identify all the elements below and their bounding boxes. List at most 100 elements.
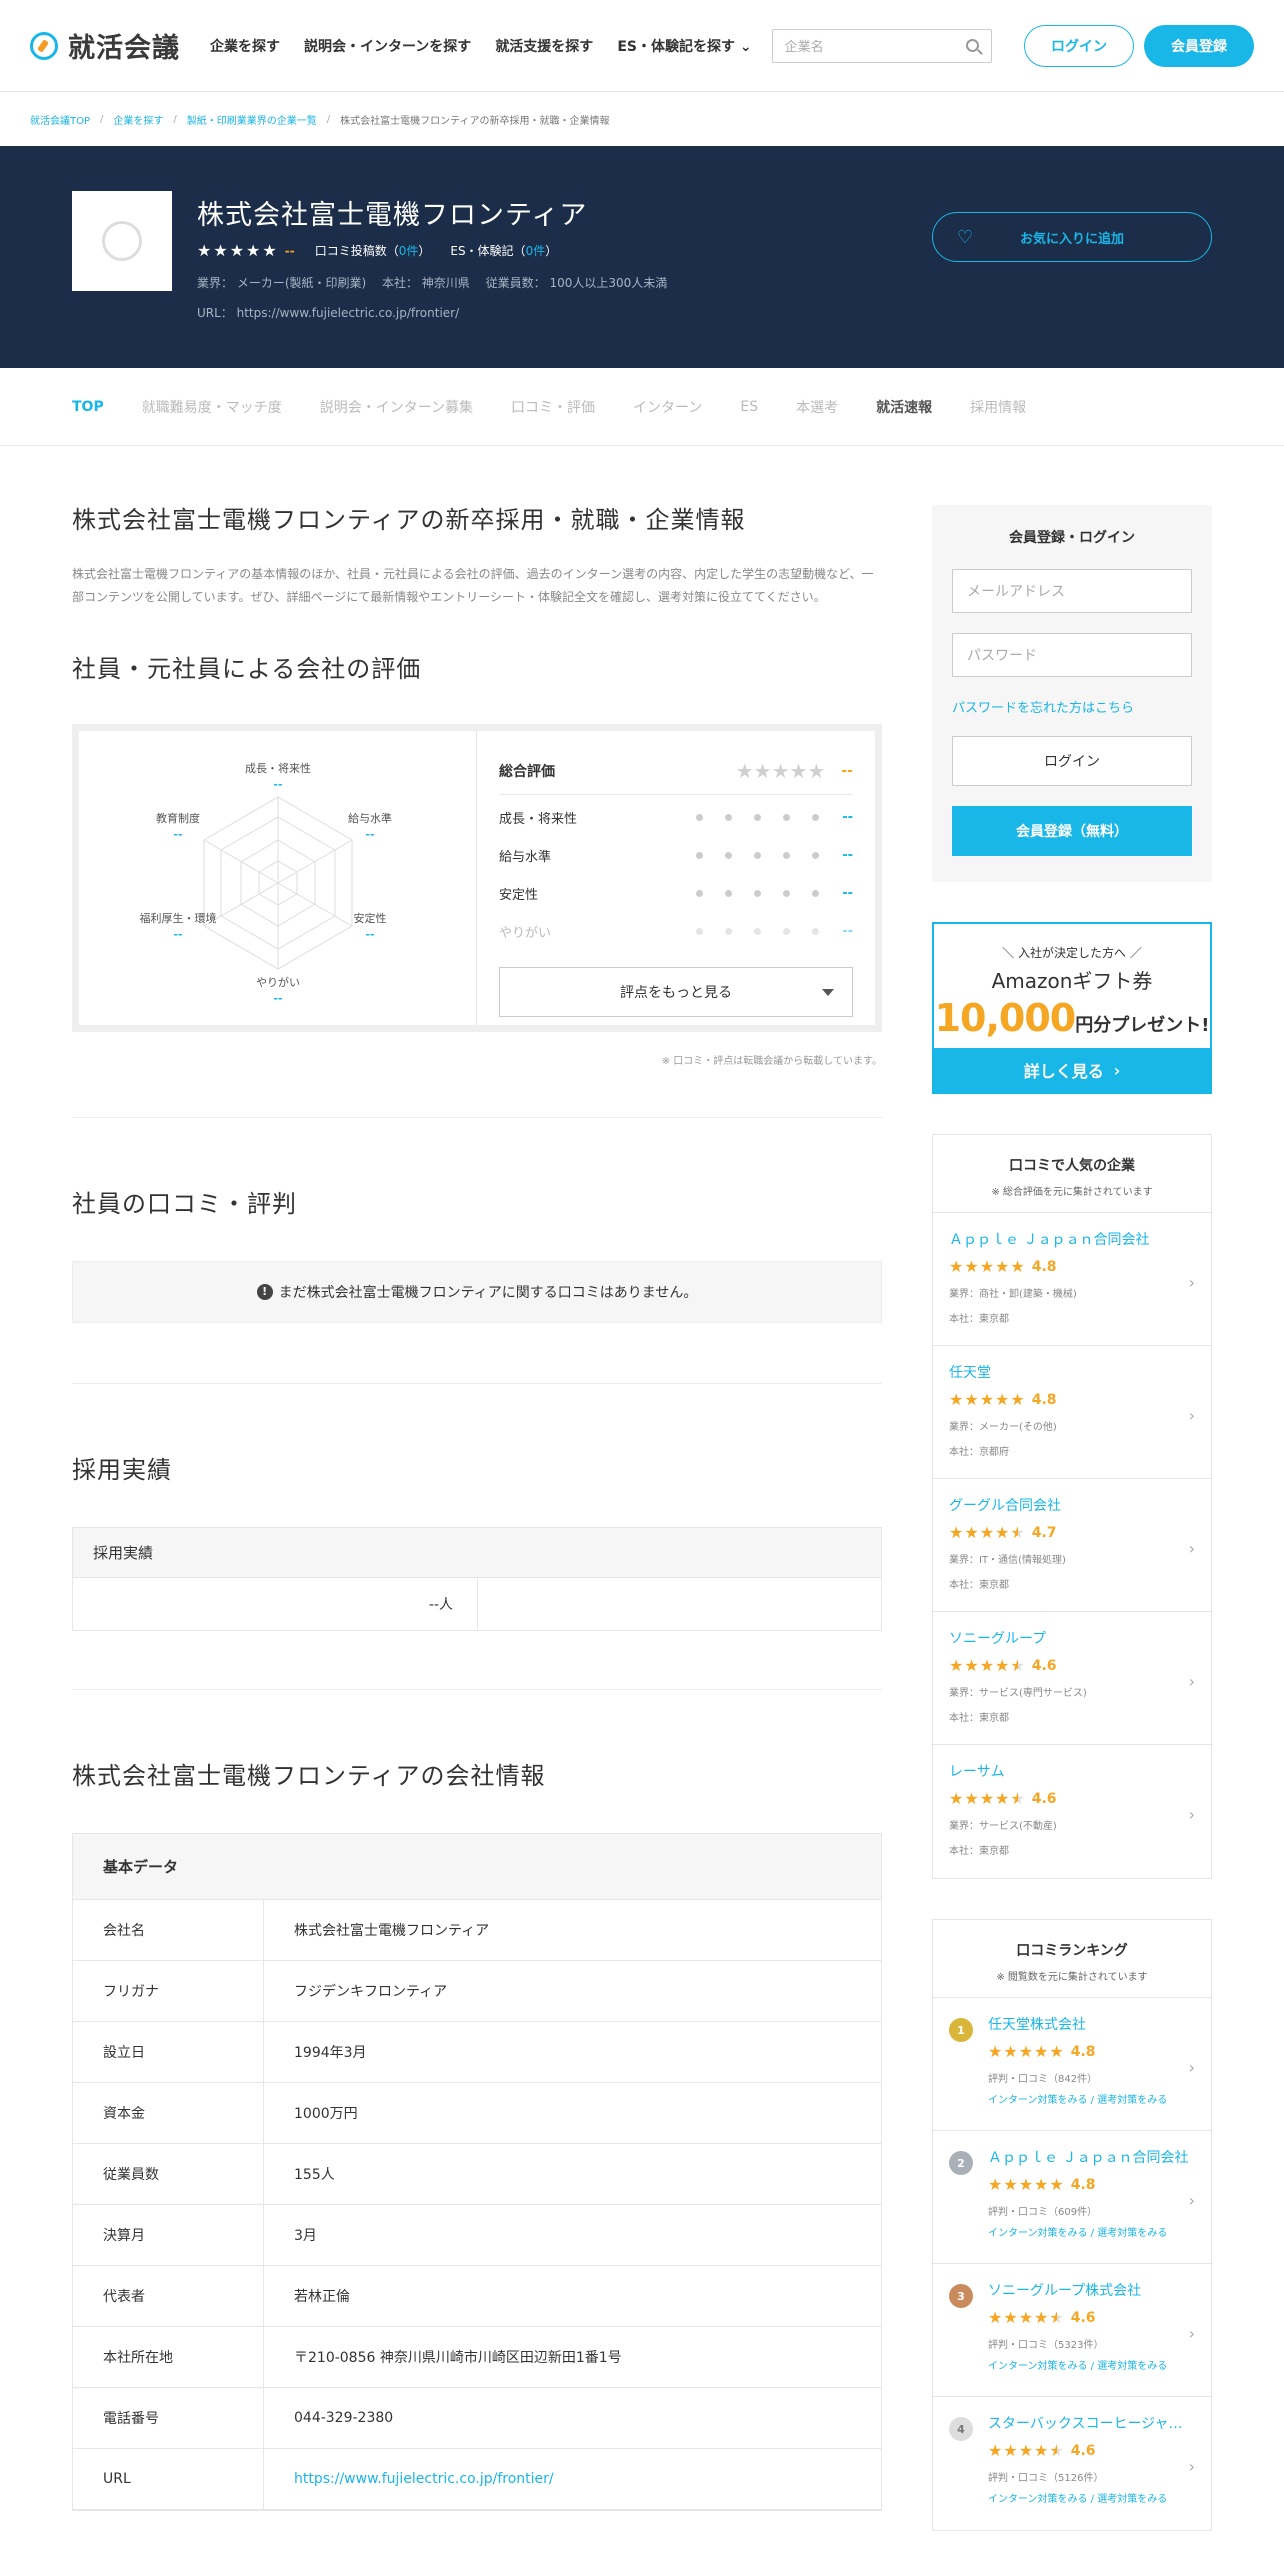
ranking-header: 口コミランキング ※ 閲覧数を元に集計されています (933, 1920, 1211, 1998)
rank-badge: 2 (949, 2151, 973, 2175)
sidebar: 会員登録・ログイン メールアドレス パスワード パスワードを忘れた方はこちら ロ… (932, 505, 1212, 2531)
caret-down-icon (822, 988, 834, 996)
tab-recruit[interactable]: 採用情報 (970, 397, 1026, 417)
star-icon: ★ (1010, 1257, 1025, 1276)
info-value: 1000万円 (294, 2105, 358, 2122)
tab-top[interactable]: TOP (72, 399, 104, 415)
strategy-links[interactable]: インターン対策をみる / 選考対策をみる (988, 2490, 1195, 2505)
radar-label-growth: 成長・将来性 (245, 761, 311, 775)
nav-item-es[interactable]: ES・体験記を探す ⌄ (617, 36, 751, 56)
hero-url[interactable]: URL： https://www.fujielectric.co.jp/fron… (197, 304, 459, 321)
tab-intern[interactable]: インターン (633, 397, 702, 417)
email-field[interactable]: メールアドレス (952, 569, 1192, 613)
tab-difficulty[interactable]: 就職難易度・マッチ度 (142, 397, 282, 417)
search-placeholder: 企業名 (784, 40, 824, 55)
password-field[interactable]: パスワード (952, 633, 1192, 677)
chevron-right-icon: › (1113, 1060, 1121, 1080)
info-value: 〒210-0856 神奈川県川崎市川崎区田辺新田1番1号 (294, 2349, 622, 2366)
global-nav: 企業を探す 説明会・インターンを探す 就活支援を探す ES・体験記を探す ⌄ (210, 36, 752, 56)
sidebar-register-button[interactable]: 会員登録（無料） (952, 806, 1192, 856)
rating-box: 成長・将来性 -- 給与水準 -- 安定性 -- やりがい -- 福利厚生・環境… (72, 723, 882, 1032)
tab-es[interactable]: ES (740, 399, 758, 415)
radar-label-salary: 給与水準 (348, 811, 392, 825)
strategy-links[interactable]: インターン対策をみる / 選考対策をみる (988, 2224, 1195, 2239)
breadcrumb-companies[interactable]: 企業を探す (113, 112, 163, 127)
list-item[interactable]: 任天堂 ★ ★ ★ ★ ★ 4.8 業界：メーカー(その他) 本社：京都府 › (933, 1346, 1211, 1479)
nav-item-support[interactable]: 就活支援を探す (495, 36, 593, 56)
company-hq: 本社：東京都 (949, 1846, 1009, 1857)
company-search-input[interactable]: 企業名 (771, 28, 992, 63)
info-value: 3月 (294, 2227, 317, 2244)
search-icon[interactable] (965, 39, 979, 52)
star-icon: ★ (979, 1390, 995, 1409)
sidebar-login-button[interactable]: ログイン (952, 736, 1192, 786)
header-register-button[interactable]: 会員登録 (1144, 24, 1254, 67)
breadcrumb-separator: / (100, 113, 104, 125)
rating-row-label: 成長・将来性 (499, 812, 578, 828)
company-url-link[interactable]: https://www.fujielectric.co.jp/frontier/ (264, 2449, 554, 2509)
review-count[interactable]: 評判・口コミ（5323件） (988, 2336, 1195, 2351)
company-rating: ★ ★ ★ ★ ★ 4.6 (949, 1656, 1195, 1675)
half-star-icon: ★ (1049, 2441, 1064, 2460)
star-icon: ★ (735, 759, 754, 784)
radar-value: -- (365, 828, 374, 841)
amazon-gift-banner[interactable]: ＼ 入社が決定した方へ ／ Amazonギフト券 10,000 円分プレゼント!… (932, 922, 1212, 1094)
forgot-password-link[interactable]: パスワードを忘れた方はこちら (952, 697, 1192, 716)
radar-svg: 成長・将来性 -- 給与水準 -- 安定性 -- やりがい -- 福利厚生・環境… (140, 761, 393, 1005)
breadcrumb-industry[interactable]: 製紙・印刷業業界の企業一覧 (187, 112, 317, 127)
strategy-links[interactable]: インターン対策をみる / 選考対策をみる (988, 2091, 1195, 2106)
company-rating: ★ ★ ★ ★ ★ 4.6 (949, 1789, 1195, 1808)
list-item[interactable]: 3 ソニーグループ株式会社 ★ ★ ★ ★ ★ 4.6 評判・口コミ（5323件） インターン対策… (933, 2264, 1211, 2397)
company-link[interactable]: レーサム (949, 1761, 1159, 1781)
list-item[interactable]: レーサム ★ ★ ★ ★ ★ 4.6 業界：サービス(不動産) 本社：東京都 › (933, 1745, 1211, 1878)
half-star-icon: ★ (1010, 1523, 1025, 1542)
tab-selection[interactable]: 本選考 (796, 397, 838, 417)
star-icon: ★ (1049, 2175, 1064, 2194)
list-item[interactable]: ソニーグループ ★ ★ ★ ★ ★ 4.6 業界：サービス(専門サービス) 本社：東京都 › (933, 1612, 1211, 1745)
list-item[interactable]: 1 任天堂株式会社 ★ ★ ★ ★ ★ 4.8 評判・口コミ（842件） インターン対策をみる /… (933, 1998, 1211, 2131)
company-link[interactable]: スターバックスコーヒージャパン株式会社 (988, 2413, 1195, 2433)
company-score: 4.8 (1070, 2177, 1096, 2193)
promo-cta-button[interactable]: 詳しく見る › (934, 1048, 1210, 1092)
breadcrumb-top[interactable]: 就活会議TOP (30, 112, 90, 127)
review-count[interactable]: 評判・口コミ（609件） (988, 2203, 1195, 2218)
nav-item-companies[interactable]: 企業を探す (210, 36, 280, 56)
review-count[interactable]: 評判・口コミ（5126件） (988, 2469, 1195, 2484)
star-icon: ★ (995, 1257, 1010, 1276)
more-ratings-button[interactable]: 評点をもっと見る (499, 966, 853, 1017)
list-item[interactable]: 4スターバックスコーヒージャパン株式会社★★★★★4.6評判・口コミ（5126件… (933, 2397, 1211, 2530)
hero-review-count[interactable]: 口コミ投稿数（0件） (315, 242, 431, 259)
star-icon: ★ (964, 1523, 979, 1542)
company-link[interactable]: グーグル合同会社 (949, 1495, 1159, 1515)
company-link[interactable]: ソニーグループ株式会社 (988, 2280, 1195, 2300)
list-item[interactable]: 2 Ａｐｐｌｅ Ｊａｐａｎ合同会社 ★ ★ ★ ★ ★ 4.8 評判・口コミ（609件） インター… (933, 2131, 1211, 2264)
list-item[interactable]: Ａｐｐｌｅ Ｊａｐａｎ合同会社 ★ ★ ★ ★ ★ 4.8 業界：商社・卸(建築・機械) 本社：… (933, 1213, 1211, 1346)
popular-subtitle: ※ 総合評価を元に集計されています (991, 1187, 1153, 1198)
hero-es-count[interactable]: ES・体験記（0件） (450, 242, 557, 259)
rating-row-growth: 成長・将来性 -- (499, 799, 853, 837)
half-star-icon: ★ (1010, 1656, 1025, 1675)
tab-news[interactable]: 就活速報 (876, 397, 932, 417)
tab-reviews[interactable]: 口コミ・評価 (511, 397, 595, 417)
company-link[interactable]: Ａｐｐｌｅ Ｊａｐａｎ合同会社 (988, 2147, 1195, 2167)
company-link[interactable]: ソニーグループ (949, 1628, 1159, 1648)
promo-line2: Amazonギフト券 (991, 969, 1153, 993)
review-count[interactable]: 評判・口コミ（842件） (988, 2070, 1195, 2085)
header-login-button[interactable]: ログイン (1024, 24, 1134, 67)
company-link[interactable]: Ａｐｐｌｅ Ｊａｐａｎ合同会社 (949, 1229, 1159, 1249)
strategy-links[interactable]: インターン対策をみる / 選考対策をみる (988, 2357, 1195, 2372)
star-icon: ★ (1018, 2175, 1034, 2194)
favorite-button[interactable]: ♡ お気に入りに追加 (932, 212, 1212, 262)
star-icon: ★ (949, 1789, 964, 1808)
compass-logo-icon (30, 31, 58, 60)
tab-seminars[interactable]: 説明会・インターン募集 (320, 397, 473, 417)
info-value: 044-329-2380 (294, 2409, 394, 2426)
rating-row-value: -- (842, 848, 853, 864)
site-logo[interactable]: 就活会議 (30, 26, 180, 65)
company-link[interactable]: 任天堂 (949, 1362, 1159, 1382)
star-icon: ★ (1003, 2441, 1018, 2460)
nav-item-seminars[interactable]: 説明会・インターンを探す (304, 36, 471, 56)
company-link[interactable]: 任天堂株式会社 (988, 2014, 1195, 2034)
star-icon: ★ (964, 1656, 979, 1675)
list-item[interactable]: グーグル合同会社 ★ ★ ★ ★ ★ 4.7 業界：IT・通信(情報処理) 本社：東京都 › (933, 1479, 1211, 1612)
